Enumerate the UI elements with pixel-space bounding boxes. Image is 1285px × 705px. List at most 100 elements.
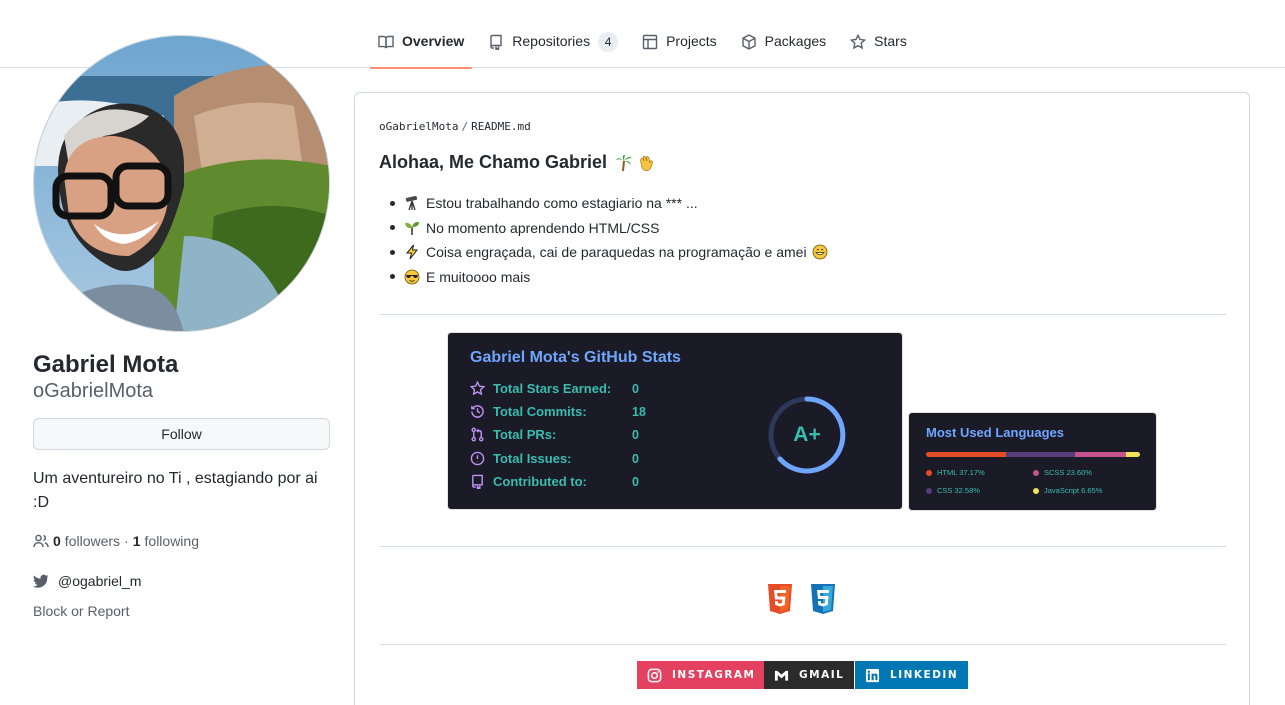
telescope-icon: [405, 196, 418, 211]
readme-path-file[interactable]: README.md: [471, 120, 531, 133]
language-swatch: [1033, 469, 1039, 476]
tab-projects-label: Projects: [666, 33, 717, 49]
history-icon: [471, 405, 484, 418]
stat-label: Total Issues:: [493, 451, 572, 466]
pull-request-icon: [471, 427, 484, 442]
block-or-report-link[interactable]: Block or Report: [33, 603, 129, 619]
language-swatch: [1033, 487, 1039, 494]
language-item: CSS 32.58%: [926, 486, 980, 495]
list-item: Estou trabalhando como estagiario na ***…: [379, 191, 828, 216]
avatar-photo: [34, 36, 329, 331]
followers-link[interactable]: 0 followers: [53, 533, 120, 549]
list-item: No momento aprendendo HTML/CSS: [379, 216, 828, 241]
palm-tree-icon: [616, 154, 633, 171]
twitter-link[interactable]: @ogabriel_m: [33, 573, 141, 589]
following-count: 1: [132, 533, 141, 549]
stat-label: Total PRs:: [493, 427, 557, 442]
divider: [379, 314, 1226, 315]
language-label: SCSS 23.60%: [1044, 468, 1092, 477]
following-label: following: [144, 533, 199, 549]
profile-username: oGabrielMota: [33, 380, 154, 402]
followers-count: 0: [53, 533, 61, 549]
language-swatch: [926, 487, 932, 494]
languages-bar: [926, 452, 1140, 457]
table-icon: [642, 34, 658, 50]
tab-packages[interactable]: Packages: [733, 22, 834, 68]
readme-panel: oGabrielMota / README.md Alohaa, Me Chamo …: [354, 92, 1250, 705]
list-item-text: Coisa engraçada, cai de paraquedas na pr…: [426, 244, 807, 260]
html5-icon[interactable]: [766, 583, 794, 615]
list-item-text: E muitoooo mais: [426, 268, 531, 285]
following-link[interactable]: 1 following: [133, 533, 199, 549]
language-label: CSS 32.58%: [937, 486, 980, 495]
follow-button[interactable]: Follow: [33, 418, 330, 450]
instagram-icon: [647, 668, 662, 682]
readme-path: oGabrielMota / README.md: [379, 120, 531, 133]
twitter-handle: @ogabriel_m: [58, 573, 142, 589]
readme-path-user[interactable]: oGabrielMota: [379, 120, 458, 133]
language-item: JavaScript 6.65%: [1033, 486, 1102, 495]
stat-row-issues: Total Issues: 0: [470, 451, 639, 466]
grinning-face-icon: [812, 244, 827, 260]
lightning-icon: [405, 244, 419, 260]
list-item: E muitoooo mais: [379, 265, 828, 290]
grade-label: A+: [793, 423, 821, 446]
tab-stars[interactable]: Stars: [842, 22, 915, 68]
stat-label: Contributed to:: [493, 474, 587, 489]
divider: [379, 644, 1226, 645]
language-bar-segment: [926, 452, 1006, 457]
language-item: SCSS 23.60%: [1033, 468, 1092, 477]
gmail-badge[interactable]: GMAIL: [764, 661, 855, 689]
follow-stats: 0 followers · 1 following: [33, 533, 199, 549]
followers-label: followers: [64, 533, 121, 549]
seedling-icon: [405, 221, 419, 235]
twitter-icon: [33, 574, 49, 588]
css3-icon[interactable]: [809, 583, 837, 615]
star-icon: [470, 381, 485, 396]
stat-value: 0: [632, 381, 639, 396]
stat-row-stars: Total Stars Earned: 0: [470, 381, 639, 396]
divider: [379, 546, 1226, 547]
avatar: [33, 35, 330, 332]
list-item-text: No momento aprendendo HTML/CSS: [426, 219, 660, 236]
list-item: Coisa engraçada, cai de paraquedas na pr…: [379, 240, 828, 265]
sunglasses-icon: [404, 269, 420, 285]
profile-tabs: Overview Repositories 4 Projects Package…: [370, 22, 923, 69]
profile-bio: Um aventureiro no Ti , estagiando por ai…: [33, 470, 318, 511]
stat-label: Total Commits:: [493, 404, 587, 419]
tab-overview-label: Overview: [402, 33, 465, 49]
linkedin-badge[interactable]: LINKEDIN: [855, 661, 969, 689]
linkedin-label: LINKEDIN: [890, 669, 959, 681]
stat-row-commits: Total Commits: 18: [470, 404, 646, 419]
list-item-text: Estou trabalhando como estagiario na ***…: [426, 195, 698, 211]
gmail-icon: [774, 670, 789, 681]
profile-fullname: Gabriel Mota: [33, 351, 179, 378]
instagram-label: INSTAGRAM: [672, 669, 756, 681]
repo-icon: [472, 474, 483, 489]
readme-list: Estou trabalhando como estagiario na ***…: [379, 191, 828, 289]
gmail-label: GMAIL: [799, 669, 845, 681]
readme-heading: Alohaa, Me Chamo Gabriel: [379, 152, 655, 173]
language-swatch: [926, 469, 932, 476]
stats-title: Gabriel Mota's GitHub Stats: [470, 349, 681, 366]
language-label: JavaScript 6.65%: [1044, 486, 1103, 495]
stat-value: 0: [632, 451, 639, 466]
tab-repositories-label: Repositories: [512, 33, 591, 49]
language-bar-segment: [1125, 452, 1140, 457]
language-label: HTML 37.17%: [937, 468, 985, 477]
tab-repositories[interactable]: Repositories 4: [480, 22, 626, 68]
stat-value: 0: [632, 427, 639, 442]
readme-path-separator: /: [461, 120, 469, 133]
stat-row-contributed: Contributed to: 0: [470, 474, 639, 489]
github-stats-card[interactable]: Gabriel Mota's GitHub Stats Total Stars …: [447, 332, 903, 510]
linkedin-icon: [865, 668, 880, 682]
readme-heading-text: Alohaa, Me Chamo Gabriel: [379, 152, 608, 172]
tab-projects[interactable]: Projects: [634, 22, 725, 68]
instagram-badge[interactable]: INSTAGRAM: [637, 661, 766, 689]
most-used-languages-card[interactable]: Most Used Languages HTML 37.17% SCSS 23.…: [908, 412, 1157, 511]
repositories-count-badge: 4: [598, 32, 619, 52]
tab-overview[interactable]: Overview: [370, 22, 473, 69]
repo-icon: [490, 34, 502, 50]
language-bar-segment: [1005, 452, 1076, 457]
follow-separator: ·: [124, 533, 129, 549]
